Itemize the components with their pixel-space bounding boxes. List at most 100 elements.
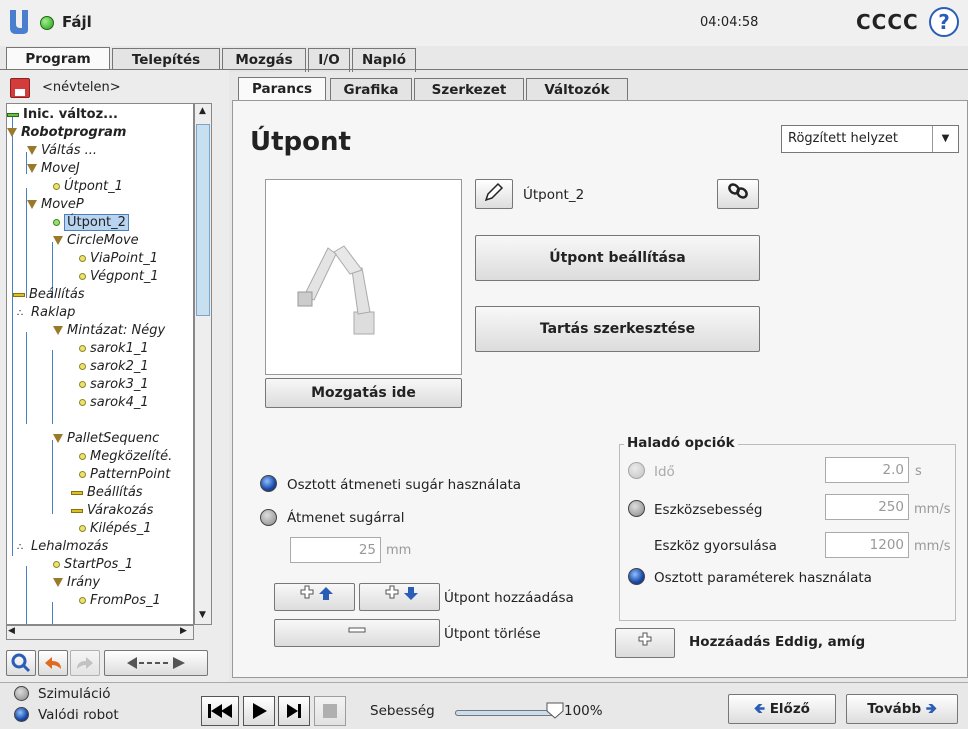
tree-item[interactable]: Robotprogram: [7, 124, 126, 142]
undo-button[interactable]: [38, 650, 68, 676]
pallet-icon: ∴: [17, 308, 24, 319]
tree-item[interactable]: MoveP: [27, 196, 84, 214]
add-waypoint-before-button[interactable]: [274, 583, 355, 611]
tree-item[interactable]: Beállítás: [71, 484, 143, 502]
add-until-button[interactable]: [615, 628, 675, 658]
waypoint-icon: [79, 363, 86, 370]
ur-logo-icon: [10, 10, 28, 34]
save-icon[interactable]: [10, 78, 30, 98]
help-icon[interactable]: ?: [929, 7, 959, 37]
redo-icon: [77, 657, 93, 669]
rewind-button[interactable]: [201, 696, 239, 726]
tab-graphics[interactable]: Grafika: [330, 78, 412, 102]
delete-waypoint-button[interactable]: [274, 619, 440, 647]
dash-icon: [71, 508, 83, 513]
shared-blend-radio[interactable]: [260, 475, 277, 492]
waypoint-icon: [53, 183, 60, 190]
add-waypoint-after-button[interactable]: [359, 583, 440, 611]
tree-item[interactable]: Váltás ...: [27, 142, 97, 160]
shared-blend-label: Osztott átmeneti sugár használata: [287, 477, 522, 493]
tree-item[interactable]: ∴ Raklap: [17, 304, 75, 323]
blend-radius-radio[interactable]: [260, 509, 277, 526]
step-button[interactable]: [278, 696, 310, 726]
tree-item[interactable]: Várakozás: [71, 502, 153, 520]
tree-item[interactable]: Kilépés_1: [79, 520, 152, 538]
position-type-select[interactable]: Rögzített helyzet ▼: [781, 125, 959, 153]
tree-item[interactable]: Végpont_1: [79, 268, 159, 286]
program-tree[interactable]: Inic. változ... Robotprogram Váltás ... …: [6, 103, 194, 625]
file-menu[interactable]: Fájl: [62, 13, 92, 31]
tree-item[interactable]: PalletSequenc: [53, 430, 159, 448]
stop-button[interactable]: [314, 696, 346, 726]
edit-pose-button[interactable]: Tartás szerkesztése: [475, 306, 760, 352]
time-input[interactable]: 2.0: [825, 457, 909, 483]
add-until-label: Hozzáadás Eddig, amíg: [689, 634, 866, 650]
tree-item[interactable]: Inic. változ...: [7, 106, 118, 124]
tree-item[interactable]: FromPos_1: [79, 592, 161, 610]
edit-name-button[interactable]: [475, 179, 513, 209]
tree-item[interactable]: MoveJ: [27, 160, 80, 178]
tree-item[interactable]: ViaPoint_1: [79, 250, 158, 268]
tab-variables[interactable]: Változók: [526, 78, 628, 102]
scroll-down-icon[interactable]: ▼: [199, 610, 206, 620]
time-radio[interactable]: [628, 462, 645, 479]
title-bar: [0, 0, 968, 46]
tree-item[interactable]: PatternPoint: [79, 466, 170, 484]
link-icon: [728, 183, 748, 199]
waypoint-name: Útpont_2: [523, 187, 585, 203]
tree-line: [26, 332, 27, 424]
tree-item[interactable]: sarok3_1: [79, 376, 149, 394]
redo-button[interactable]: [70, 650, 100, 676]
play-button[interactable]: [243, 696, 275, 726]
blend-radius-label: Átmenet sugárral: [287, 510, 405, 526]
tree-item[interactable]: sarok4_1: [79, 394, 149, 412]
tool-speed-radio[interactable]: [628, 500, 645, 517]
simulation-radio[interactable]: [14, 686, 29, 701]
waypoint-icon: [79, 345, 86, 352]
tree-item[interactable]: StartPos_1: [53, 556, 133, 574]
tool-speed-label: Eszközsebesség: [654, 502, 763, 518]
robot-status-icon: [40, 16, 54, 30]
scroll-up-icon[interactable]: ▲: [199, 106, 206, 116]
tree-item[interactable]: CircleMove: [53, 232, 139, 250]
cut-button[interactable]: [104, 650, 208, 676]
tool-accel-input[interactable]: 1200: [825, 532, 909, 558]
skip-back-icon: [208, 704, 232, 718]
tree-item[interactable]: Mintázat: Négy: [53, 322, 165, 340]
tree-item[interactable]: Útpont_1: [53, 178, 123, 196]
waypoint-icon: [79, 597, 86, 604]
scrollbar-thumb[interactable]: [196, 124, 210, 316]
tree-item-selected[interactable]: Útpont_2: [53, 214, 129, 232]
search-button[interactable]: [6, 650, 36, 676]
link-button[interactable]: [717, 179, 759, 209]
tab-structure[interactable]: Szerkezet: [414, 78, 524, 102]
scroll-left-icon[interactable]: ◀: [8, 626, 15, 636]
time-unit: s: [915, 464, 922, 479]
previous-button[interactable]: 🡸 Előző: [728, 694, 836, 724]
add-after-icon: [385, 585, 418, 600]
shared-params-radio[interactable]: [628, 568, 645, 585]
tool-accel-unit: mm/s: [914, 539, 951, 554]
waypoint-icon: [79, 525, 86, 532]
tree-item[interactable]: Irány: [53, 574, 100, 592]
tool-speed-input[interactable]: 250: [825, 494, 909, 520]
speed-slider-fill: [455, 710, 555, 716]
tree-item[interactable]: Beállítás: [13, 286, 85, 304]
tree-horizontal-scrollbar[interactable]: [6, 625, 194, 640]
robot-arm-icon: [297, 245, 375, 335]
tree-item[interactable]: ∴ Lehalmozás: [17, 538, 108, 557]
waypoint-icon: [53, 561, 60, 568]
waypoint-icon: [79, 471, 86, 478]
program-name: <névtelen>: [42, 80, 121, 95]
tree-item[interactable]: Megközelíté.: [79, 448, 172, 466]
tree-item[interactable]: sarok2_1: [79, 358, 149, 376]
next-button[interactable]: Tovább 🡺: [846, 694, 958, 724]
move-here-button[interactable]: Mozgatás ide: [265, 378, 462, 408]
speed-slider-thumb[interactable]: [545, 701, 565, 719]
blend-radius-input[interactable]: 25: [290, 537, 381, 563]
triangle-icon: [53, 236, 63, 245]
scroll-right-icon[interactable]: ▶: [180, 626, 187, 636]
tree-item[interactable]: sarok1_1: [79, 340, 149, 358]
set-waypoint-button[interactable]: Útpont beállítása: [475, 235, 760, 281]
real-robot-radio[interactable]: [14, 707, 29, 722]
